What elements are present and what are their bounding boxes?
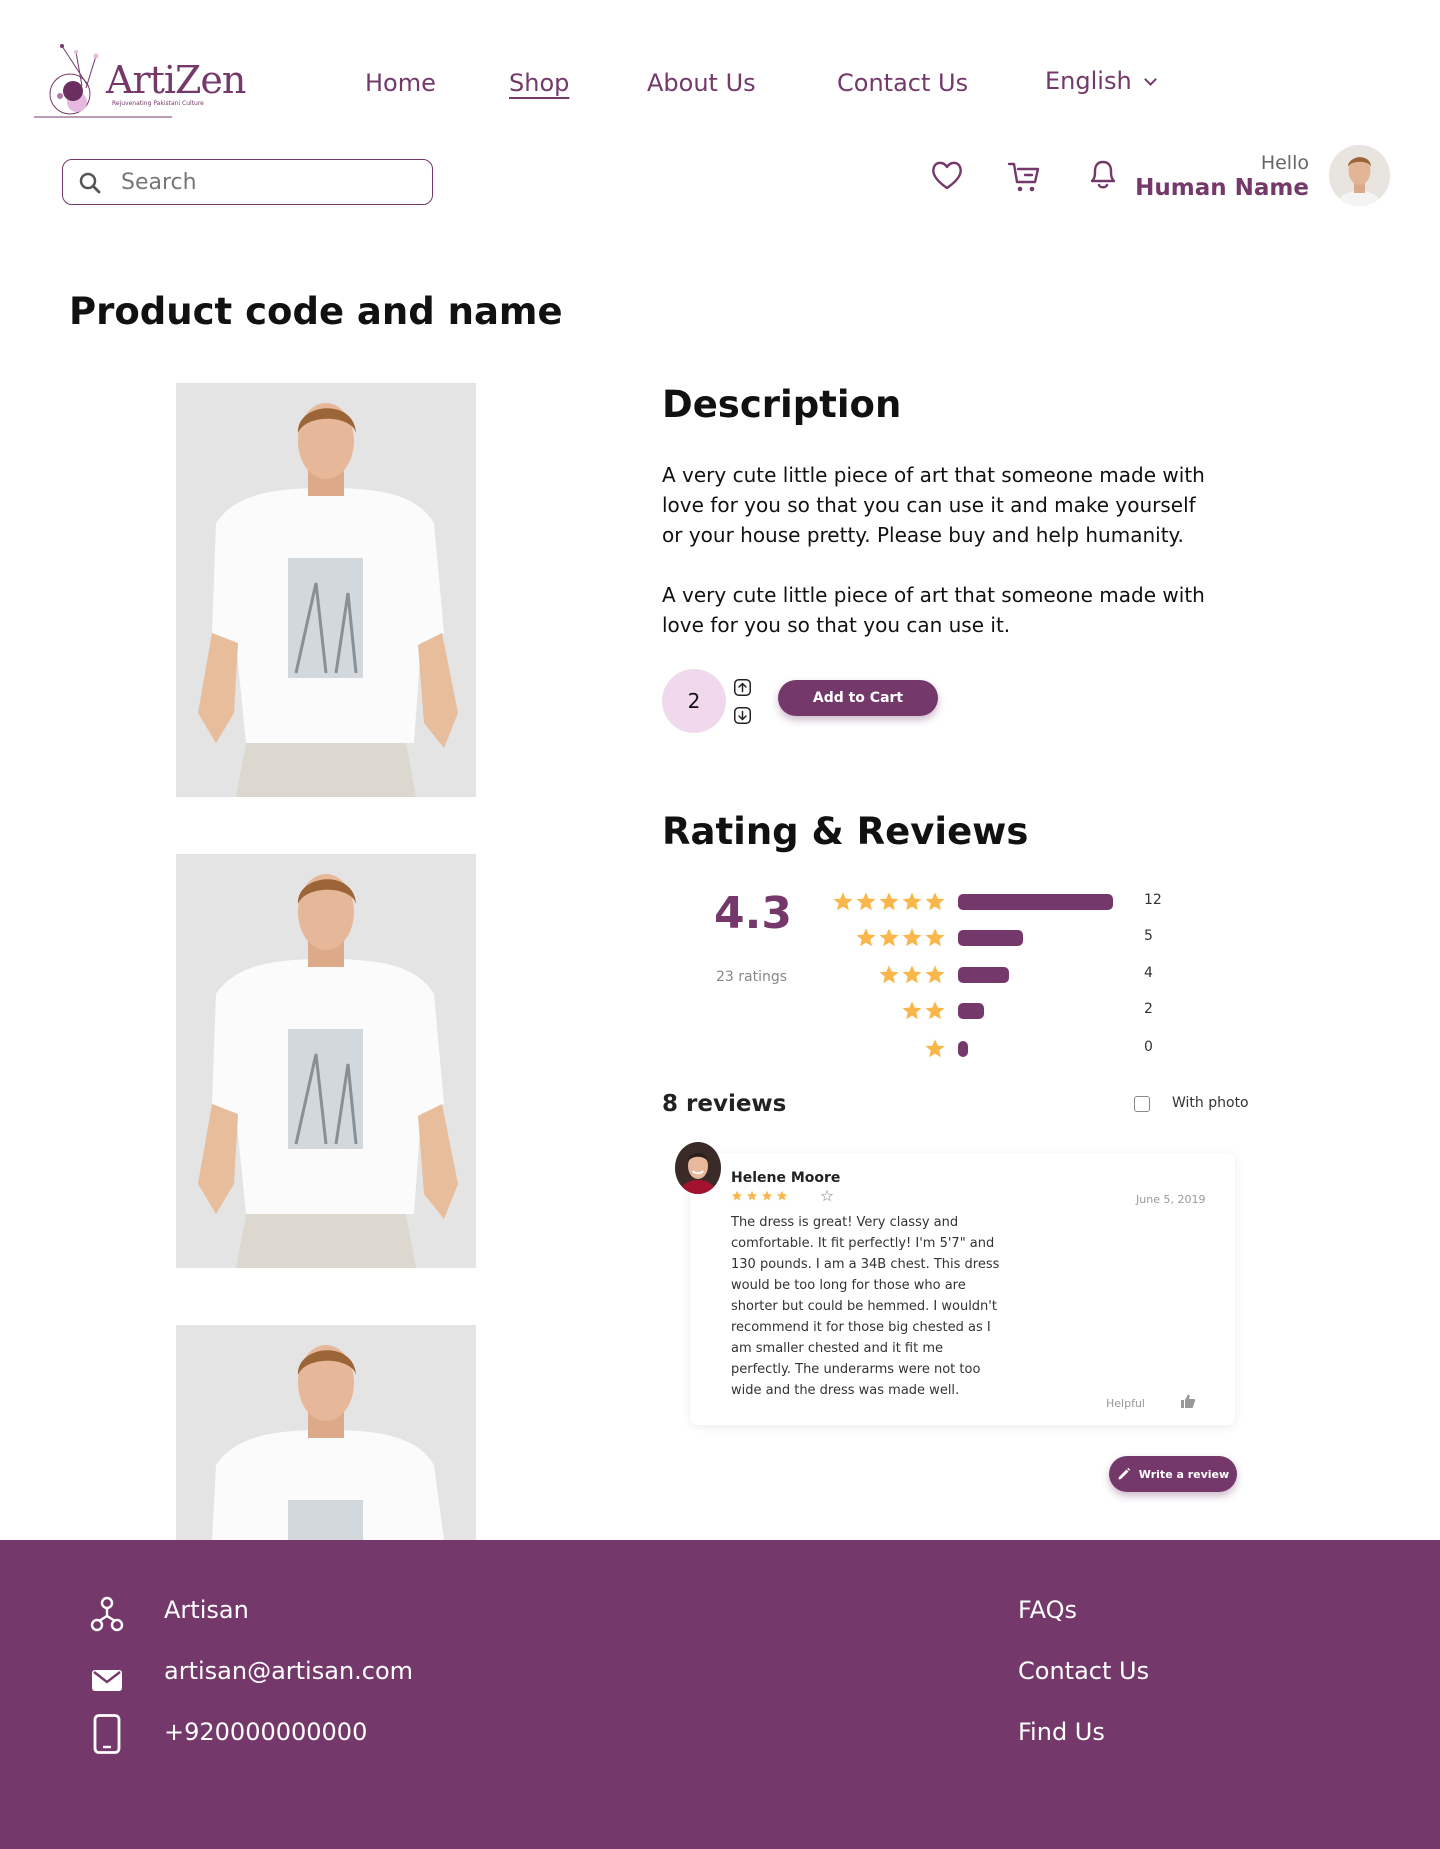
reviewer-name: Helene Moore	[731, 1170, 841, 1186]
star-filled-icon	[925, 892, 945, 911]
star-filled-icon	[731, 1190, 743, 1201]
rating-row-2-stars	[901, 1000, 946, 1022]
star-filled-icon	[925, 928, 945, 947]
phone-icon	[93, 1714, 121, 1754]
bell-icon[interactable]	[1086, 157, 1120, 191]
rating-bar-4	[958, 930, 1023, 946]
mail-icon	[92, 1670, 122, 1691]
star-filled-icon	[925, 1001, 945, 1020]
rating-row-1-stars	[924, 1038, 946, 1060]
page-title: Product code and name	[69, 290, 563, 333]
review-stars	[731, 1190, 833, 1202]
footer-link-faqs[interactable]: FAQs	[1018, 1596, 1077, 1624]
nav-shop[interactable]: Shop	[509, 69, 569, 97]
nav-home[interactable]: Home	[365, 69, 436, 97]
with-photo-checkbox[interactable]	[1134, 1096, 1150, 1112]
brand-name: ArtiZen	[106, 58, 246, 102]
product-image-3[interactable]	[176, 1325, 476, 1540]
star-empty-icon	[821, 1190, 833, 1202]
rating-row-5-stars	[832, 891, 946, 913]
brand-tagline: Rejuvenating Pakistani Culture	[112, 100, 204, 107]
search-input[interactable]	[121, 166, 411, 198]
reviewer-avatar	[675, 1142, 721, 1194]
heart-icon[interactable]	[930, 158, 964, 192]
star-filled-icon	[856, 928, 876, 947]
star-filled-icon	[925, 965, 945, 984]
average-rating: 4.3	[714, 888, 792, 939]
greeting: Hello	[1260, 152, 1309, 174]
footer-link-contact-us[interactable]: Contact Us	[1018, 1657, 1149, 1685]
avatar[interactable]	[1329, 145, 1390, 206]
description-paragraph-2: A very cute little piece of art that som…	[662, 583, 1205, 637]
description-heading: Description	[662, 383, 902, 426]
product-image-2[interactable]	[176, 854, 476, 1268]
search-box	[62, 159, 433, 205]
star-filled-icon	[879, 892, 899, 911]
rating-bar-1	[958, 1041, 968, 1057]
rating-count-1: 0	[1144, 1039, 1153, 1055]
star-filled-icon	[746, 1190, 758, 1201]
rating-count-4: 5	[1144, 928, 1153, 944]
nav-about-us[interactable]: About Us	[647, 69, 756, 97]
star-filled-icon	[879, 965, 899, 984]
product-photo-image	[176, 383, 476, 797]
star-filled-icon	[902, 965, 922, 984]
ratings-count: 23 ratings	[716, 969, 788, 985]
write-review-label: Write a review	[1138, 1467, 1230, 1481]
add-to-cart-button[interactable]: Add to Cart	[778, 680, 938, 716]
nav-contact-us[interactable]: Contact Us	[837, 69, 968, 97]
write-review-button[interactable]: Write a review	[1109, 1456, 1237, 1492]
reviewer-portrait-image	[675, 1142, 721, 1194]
star-filled-icon	[902, 928, 922, 947]
quantity-increase-icon[interactable]	[734, 679, 751, 696]
cart-icon[interactable]	[1007, 160, 1041, 194]
review-text: The dress is great! Very classy and comf…	[731, 1215, 1000, 1398]
helpful-label: Helpful	[1106, 1397, 1145, 1410]
rating-row-4-stars	[855, 927, 946, 949]
pencil-icon	[1118, 1467, 1130, 1480]
product-photo-image	[176, 1325, 476, 1540]
star-filled-icon	[902, 892, 922, 911]
rating-bar-2	[958, 1003, 984, 1019]
user-portrait-image	[1329, 145, 1390, 206]
rating-bar-3	[958, 967, 1009, 983]
star-filled-icon	[925, 1039, 945, 1058]
quantity-decrease-icon[interactable]	[734, 707, 751, 724]
rating-heading: Rating & Reviews	[662, 810, 1029, 853]
reviews-heading: 8 reviews	[662, 1091, 787, 1117]
rating-bar-5	[958, 894, 1113, 910]
star-filled-icon	[879, 928, 899, 947]
star-filled-icon	[856, 892, 876, 911]
product-photo-image	[176, 854, 476, 1268]
brand-logo[interactable]: ArtiZen Rejuvenating Pakistani Culture	[32, 40, 246, 120]
quantity-display[interactable]: 2	[662, 669, 726, 733]
chevron-down-icon	[1143, 73, 1157, 86]
footer-email[interactable]: artisan@artisan.com	[164, 1657, 413, 1685]
artisan-network-icon	[90, 1596, 124, 1632]
language-label: English	[1045, 67, 1132, 95]
footer-brand-name: Artisan	[164, 1596, 249, 1624]
rating-count-2: 2	[1144, 1001, 1153, 1017]
user-name[interactable]: Human Name	[1135, 175, 1309, 201]
footer-phone[interactable]: +920000000000	[164, 1718, 367, 1746]
footer: Artisan artisan@artisan.com +92000000000…	[0, 1540, 1440, 1849]
footer-link-find-us[interactable]: Find Us	[1018, 1718, 1105, 1746]
rating-count-3: 4	[1144, 965, 1153, 981]
rating-row-3-stars	[878, 964, 946, 986]
star-filled-icon	[776, 1190, 788, 1201]
review-date: June 5, 2019	[1136, 1193, 1206, 1206]
star-filled-icon	[833, 892, 853, 911]
with-photo-label: With photo	[1172, 1095, 1249, 1111]
star-filled-icon	[902, 1001, 922, 1020]
product-image-1[interactable]	[176, 383, 476, 797]
search-icon	[79, 172, 101, 194]
thumbs-up-icon[interactable]	[1180, 1393, 1196, 1409]
language-select[interactable]: English	[1045, 67, 1157, 95]
description-paragraph-1: A very cute little piece of art that som…	[662, 463, 1205, 547]
rating-count-5: 12	[1144, 892, 1162, 908]
star-filled-icon	[761, 1190, 773, 1201]
